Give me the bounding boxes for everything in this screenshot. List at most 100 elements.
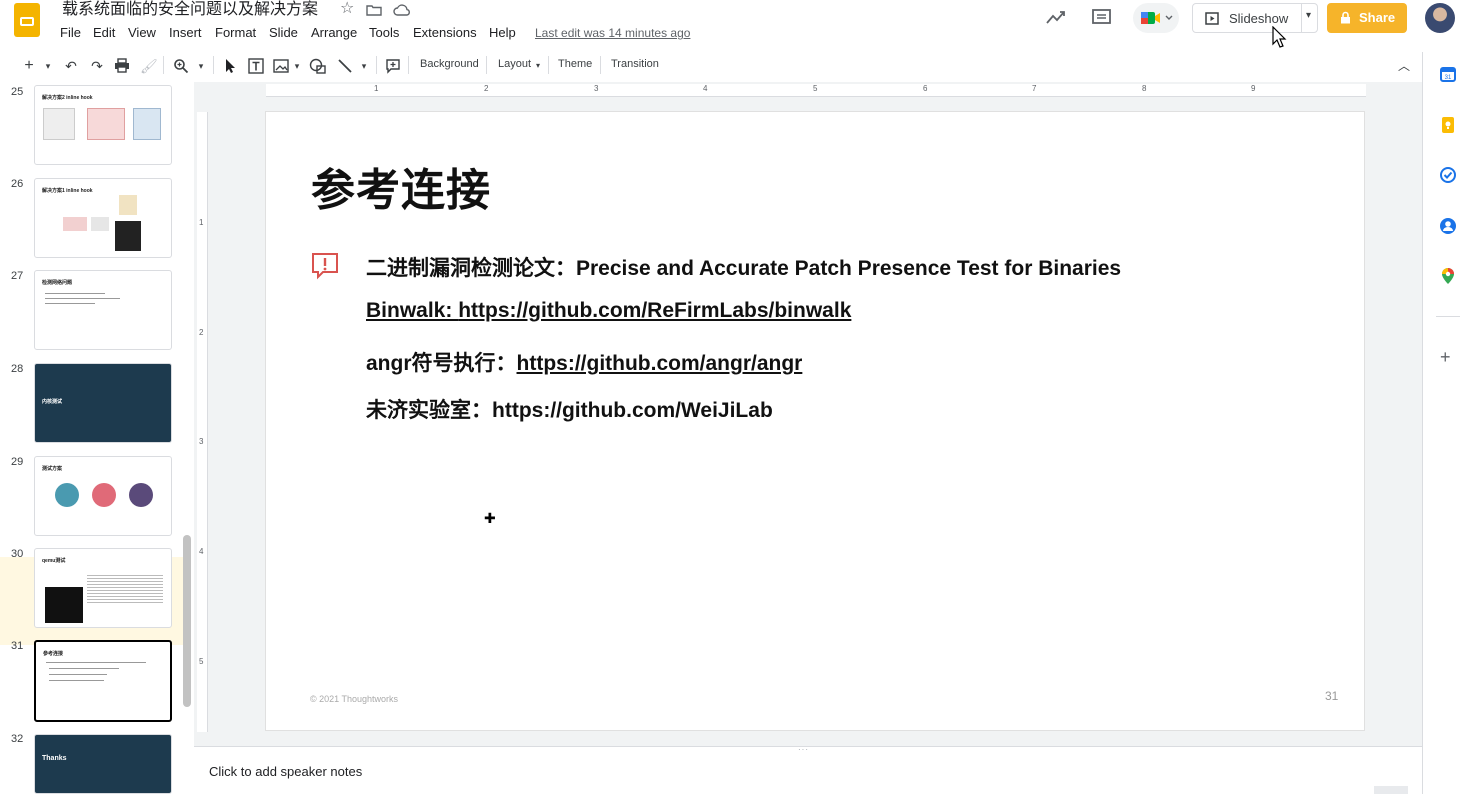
binwalk-prefix: Binwalk: bbox=[366, 299, 459, 322]
angr-prefix: angr符号执行： bbox=[366, 352, 517, 375]
line-dropdown-icon[interactable]: ▾ bbox=[359, 58, 369, 74]
ruler-mark: 1 bbox=[199, 218, 204, 227]
cloud-saved-icon[interactable] bbox=[393, 3, 411, 16]
print-icon[interactable] bbox=[114, 58, 130, 74]
menu-insert[interactable]: Insert bbox=[169, 25, 202, 40]
slide-page-number: 31 bbox=[1325, 689, 1339, 703]
redo-icon[interactable]: ↷ bbox=[88, 58, 106, 74]
collapse-toolbar-icon[interactable]: ︿ bbox=[1397, 58, 1411, 74]
speaker-notes-input[interactable]: Click to add speaker notes bbox=[209, 764, 362, 779]
side-panel bbox=[1422, 52, 1475, 794]
ruler-mark: 5 bbox=[813, 84, 818, 93]
select-pointer-icon[interactable] bbox=[222, 58, 238, 74]
reference-binwalk[interactable]: Binwalk: https://github.com/ReFirmLabs/b… bbox=[366, 299, 851, 323]
get-addons-icon[interactable]: + bbox=[1440, 347, 1451, 368]
reference-paper[interactable]: 二进制漏洞检测论文：Precise and Accurate Patch Pre… bbox=[366, 252, 1121, 282]
layout-dropdown-icon[interactable]: ▾ bbox=[533, 58, 543, 74]
menu-format[interactable]: Format bbox=[215, 25, 256, 40]
menu-slide[interactable]: Slide bbox=[269, 25, 298, 40]
transition-button[interactable]: Transition bbox=[611, 58, 659, 70]
calendar-icon[interactable]: 31 bbox=[1439, 65, 1457, 83]
slide-number: 29 bbox=[11, 456, 24, 468]
slide-footer: © 2021 Thoughtworks bbox=[310, 694, 399, 704]
zoom-dropdown-icon[interactable]: ▾ bbox=[196, 58, 206, 74]
add-comment-icon[interactable] bbox=[385, 58, 401, 74]
menu-file[interactable]: File bbox=[60, 25, 81, 40]
reference-weiji-lab[interactable]: 未济实验室：https://github.com/WeiJiLab bbox=[366, 394, 773, 424]
thumbnail-title: 内核测试 bbox=[42, 399, 63, 405]
slide-thumbnail-29[interactable]: 测试方案 bbox=[34, 456, 172, 536]
slide-thumbnail-30[interactable]: qemu测试 bbox=[34, 548, 172, 628]
last-edit-link[interactable]: Last edit was 14 minutes ago bbox=[535, 26, 690, 40]
menu-tools[interactable]: Tools bbox=[369, 25, 399, 40]
thumbnail-title: 解决方案2 inline hook bbox=[42, 95, 93, 101]
slide-title[interactable]: 参考连接 bbox=[311, 154, 491, 218]
google-slides-logo[interactable] bbox=[14, 3, 40, 37]
binwalk-link[interactable]: https://github.com/ReFirmLabs/binwalk bbox=[458, 299, 851, 322]
reference-angr[interactable]: angr符号执行：https://github.com/angr/angr bbox=[366, 347, 802, 377]
slide-thumbnail-26[interactable]: 解决方案1 inline hook bbox=[34, 178, 172, 258]
slideshow-button[interactable]: Slideshow ▾ bbox=[1192, 3, 1318, 33]
current-slide[interactable]: 参考连接 二进制漏洞检测论文：Precise and Accurate Patc… bbox=[266, 112, 1364, 730]
tasks-icon[interactable] bbox=[1439, 166, 1457, 184]
slide-thumbnail-32[interactable]: Thanks bbox=[34, 734, 172, 794]
undo-icon[interactable]: ↶ bbox=[62, 58, 80, 74]
insert-image-icon[interactable] bbox=[273, 58, 289, 74]
move-to-folder-icon[interactable] bbox=[366, 3, 382, 16]
menu-view[interactable]: View bbox=[128, 25, 156, 40]
thumbnail-title: Thanks bbox=[42, 755, 67, 762]
slide-thumbnail-27[interactable]: 检测网络问题 bbox=[34, 270, 172, 350]
slide-number: 32 bbox=[11, 733, 24, 745]
explore-button[interactable] bbox=[1374, 786, 1408, 794]
zoom-icon[interactable] bbox=[172, 58, 190, 74]
slide-thumbnail-25[interactable]: 解决方案2 inline hook bbox=[34, 85, 172, 165]
ruler-mark: 6 bbox=[923, 84, 928, 93]
star-icon[interactable]: ☆ bbox=[340, 1, 354, 17]
menu-arrange[interactable]: Arrange bbox=[311, 25, 357, 40]
new-slide-dropdown-icon[interactable]: ▾ bbox=[42, 58, 54, 74]
new-slide-icon[interactable]: + bbox=[22, 58, 36, 74]
line-icon[interactable] bbox=[337, 58, 353, 74]
thumbnail-title: 参考连接 bbox=[43, 651, 64, 657]
slide-thumbnail-31[interactable]: 参考连接 bbox=[34, 640, 172, 722]
angr-link[interactable]: https://github.com/angr/angr bbox=[517, 352, 803, 375]
contacts-icon[interactable] bbox=[1439, 217, 1457, 235]
vertical-ruler[interactable] bbox=[197, 112, 208, 732]
background-button[interactable]: Background bbox=[420, 58, 479, 70]
keep-notes-icon[interactable] bbox=[1439, 116, 1457, 134]
slideshow-dropdown-icon[interactable]: ▾ bbox=[1306, 10, 1311, 21]
menu-extensions[interactable]: Extensions bbox=[413, 25, 477, 40]
maps-icon[interactable] bbox=[1439, 267, 1457, 285]
toolbar-divider bbox=[163, 56, 164, 74]
slide-thumbnail-28[interactable]: 内核测试 bbox=[34, 363, 172, 443]
layout-button[interactable]: Layout bbox=[498, 58, 531, 70]
thumbnail-title: 检测网络问题 bbox=[42, 280, 73, 286]
toolbar-divider bbox=[408, 56, 409, 74]
avatar[interactable] bbox=[1425, 3, 1455, 33]
ruler-mark: 3 bbox=[594, 84, 599, 93]
toolbar-divider bbox=[548, 56, 549, 74]
comments-icon[interactable] bbox=[1091, 8, 1113, 28]
ruler-mark: 8 bbox=[1142, 84, 1147, 93]
ruler-mark: 5 bbox=[199, 657, 204, 666]
slide-number: 31 bbox=[11, 640, 24, 652]
notes-resize-handle-icon[interactable]: ··· bbox=[798, 745, 809, 754]
google-meet-button[interactable] bbox=[1133, 3, 1179, 33]
ruler-mark: 2 bbox=[199, 328, 204, 337]
shape-icon[interactable] bbox=[309, 58, 327, 74]
menu-edit[interactable]: Edit bbox=[93, 25, 115, 40]
slide-number: 27 bbox=[11, 270, 24, 282]
theme-button[interactable]: Theme bbox=[558, 58, 592, 70]
slideshow-label: Slideshow bbox=[1229, 11, 1289, 26]
text-box-icon[interactable] bbox=[248, 58, 264, 74]
share-button[interactable]: Share bbox=[1327, 3, 1407, 33]
ruler-mark: 3 bbox=[199, 437, 204, 446]
document-title[interactable]: 载系统面临的安全问题以及解决方案 bbox=[62, 0, 318, 20]
menu-help[interactable]: Help bbox=[489, 25, 516, 40]
toolbar-divider bbox=[486, 56, 487, 74]
image-dropdown-icon[interactable]: ▾ bbox=[292, 58, 302, 74]
side-panel-divider bbox=[1436, 316, 1460, 317]
filmstrip-scrollbar[interactable] bbox=[183, 535, 191, 707]
paint-format-icon[interactable]: 🖌︎ bbox=[140, 58, 158, 74]
activity-trend-icon[interactable] bbox=[1045, 8, 1067, 26]
